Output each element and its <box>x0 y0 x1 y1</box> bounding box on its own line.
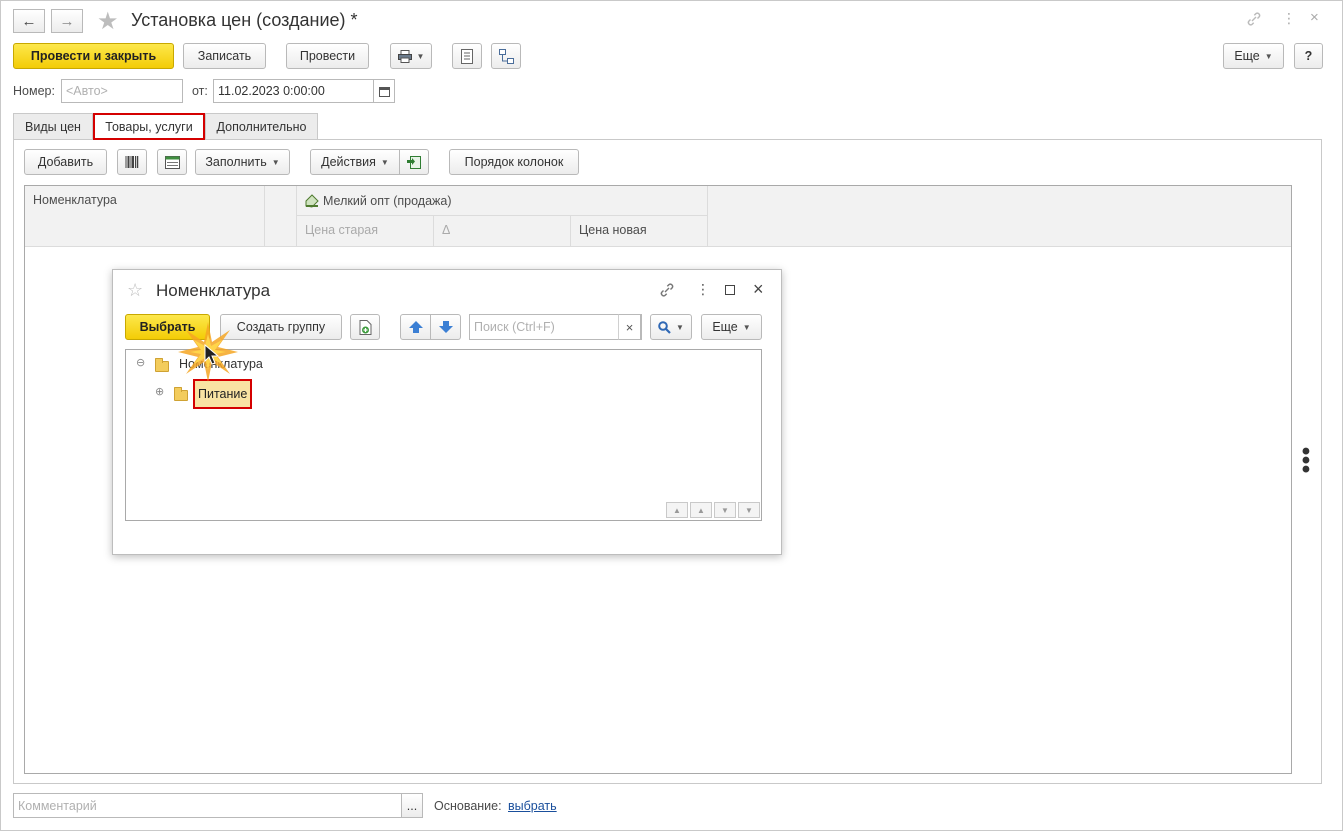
more-vertical-icon[interactable]: ⋮ <box>1282 10 1296 27</box>
table-select-icon <box>164 155 180 169</box>
arrow-up-icon <box>408 321 423 333</box>
more-button[interactable]: Еще ▼ <box>1223 43 1284 69</box>
printer-icon <box>397 49 412 63</box>
close-icon[interactable]: × <box>753 279 764 300</box>
column-header-old-price[interactable]: Цена старая <box>297 216 434 247</box>
tab-additional[interactable]: Дополнительно <box>205 113 318 140</box>
scroll-top-button[interactable]: ▲ <box>666 502 688 518</box>
comment-field[interactable]: Комментарий <box>13 793 402 818</box>
document-window: ← → ★ Установка цен (создание) * ⋮ × Про… <box>0 0 1343 831</box>
scroll-down-button[interactable]: ▼ <box>714 502 736 518</box>
column-group-price-type: Мелкий опт (продажа) <box>297 186 708 216</box>
dialog-more-button[interactable]: Еще ▼ <box>701 314 762 340</box>
structure-icon <box>498 48 514 64</box>
column-header-new-price[interactable]: Цена новая <box>571 216 708 247</box>
price-tag-icon <box>305 193 319 208</box>
barcode-button[interactable] <box>117 149 147 175</box>
search-icon <box>658 320 671 334</box>
column-header-delta[interactable]: Δ <box>434 216 571 247</box>
tab-goods-services[interactable]: Товары, услуги <box>93 113 205 140</box>
scroll-up-button[interactable]: ▲ <box>690 502 712 518</box>
excel-load-button[interactable] <box>399 149 429 175</box>
add-document-icon <box>359 319 371 335</box>
actions-button[interactable]: Действия ▼ <box>310 149 400 175</box>
maximize-icon[interactable] <box>725 285 735 295</box>
mouse-pointer-icon <box>204 344 220 365</box>
column-header-spacer <box>265 186 297 247</box>
move-down-button[interactable] <box>430 314 461 340</box>
arrow-left-icon: ← <box>21 12 37 30</box>
save-button[interactable]: Записать <box>183 43 266 69</box>
link-icon[interactable] <box>658 281 676 299</box>
excel-import-icon <box>407 156 421 169</box>
barcode-icon <box>125 156 139 168</box>
star-icon[interactable]: ★ <box>97 7 119 36</box>
post-and-close-button[interactable]: Провести и закрыть <box>13 43 174 69</box>
pick-goods-button[interactable] <box>157 149 187 175</box>
forward-button[interactable]: → <box>51 9 83 33</box>
basis-select-link[interactable]: выбрать <box>508 799 557 813</box>
print-button[interactable]: ▼ <box>390 43 432 69</box>
list-icon <box>461 48 473 64</box>
close-icon[interactable]: × <box>1310 9 1319 26</box>
back-button[interactable]: ← <box>13 9 45 33</box>
folder-icon <box>174 387 188 401</box>
column-header-nomenclature[interactable]: Номенклатура <box>25 186 265 247</box>
number-label: Номер: <box>13 84 55 98</box>
more-vertical-icon[interactable]: ⋮ <box>696 281 710 298</box>
calendar-button[interactable] <box>373 80 394 102</box>
basis-label: Основание: <box>434 799 502 813</box>
help-button[interactable]: ? <box>1294 43 1323 69</box>
search-input[interactable]: Поиск (Ctrl+F) <box>469 314 642 340</box>
search-options-button[interactable]: ▼ <box>650 314 692 340</box>
collapse-icon[interactable]: ⊖ <box>136 356 145 369</box>
column-order-button[interactable]: Порядок колонок <box>449 149 579 175</box>
date-field[interactable]: 11.02.2023 0:00:00 <box>213 79 395 103</box>
arrow-down-icon <box>438 321 453 333</box>
structure-button[interactable] <box>491 43 521 69</box>
date-label: от: <box>192 84 208 98</box>
tab-price-types[interactable]: Виды цен <box>13 113 93 140</box>
scroll-bottom-button[interactable]: ▼ <box>738 502 760 518</box>
nomenclature-tree[interactable]: ⊖ Номенклатура ⊕ Питание ▲ ▲ ▼ ▼ <box>125 322 762 521</box>
number-field[interactable]: <Авто> <box>61 79 183 103</box>
nomenclature-dialog: ☆ Номенклатура ⋮ × Выбрать Создать групп… <box>112 269 782 555</box>
arrow-right-icon: → <box>59 12 75 30</box>
create-item-button[interactable] <box>350 314 380 340</box>
post-button[interactable]: Провести <box>286 43 369 69</box>
panel-more-handle[interactable]: • • • <box>1300 440 1312 482</box>
link-icon[interactable] <box>1245 10 1263 28</box>
column-header-filler <box>708 186 1291 247</box>
add-button[interactable]: Добавить <box>24 149 107 175</box>
expand-icon[interactable]: ⊕ <box>155 385 164 398</box>
fill-button[interactable]: Заполнить ▼ <box>195 149 290 175</box>
move-up-button[interactable] <box>400 314 431 340</box>
star-icon[interactable]: ☆ <box>127 280 143 301</box>
window-title: Установка цен (создание) * <box>131 10 358 30</box>
comment-open-button[interactable]: ... <box>401 793 423 818</box>
document-list-button[interactable] <box>452 43 482 69</box>
calendar-icon <box>378 86 390 97</box>
folder-icon <box>155 358 169 372</box>
search-clear-button[interactable]: × <box>618 314 641 340</box>
dialog-title: Номенклатура <box>156 281 271 300</box>
